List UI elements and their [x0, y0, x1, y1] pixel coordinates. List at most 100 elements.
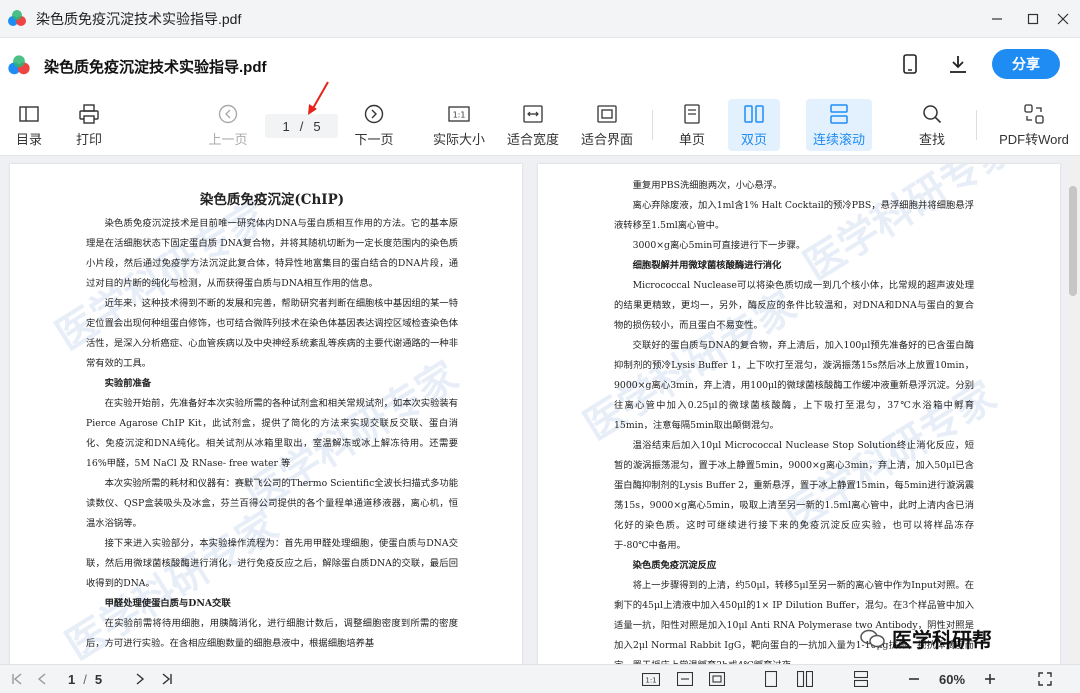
chevron-right-circle-icon — [363, 103, 385, 125]
window-title: 染色质免疫沉淀技术实验指导.pdf — [36, 10, 242, 27]
chevron-right-icon — [136, 673, 145, 685]
app-logo-icon — [6, 53, 32, 79]
first-page-button[interactable] — [6, 665, 28, 693]
section-heading: 细胞裂解并用微球菌核酸酶进行消化 — [632, 260, 782, 271]
double-page-label: 双页 — [740, 131, 767, 147]
continuous-scroll-button[interactable]: 连续滚动 — [806, 99, 872, 151]
paragraph: 在实验开始前，先准备好本次实验所需的各种试剂盒和相关常规试剂，如本次实验装有 P… — [86, 398, 458, 469]
svg-text:1:1: 1:1 — [453, 110, 466, 119]
toc-label: 目录 — [15, 131, 42, 147]
continuous-scroll-icon — [828, 103, 850, 125]
double-page-icon — [743, 103, 765, 125]
last-page-button[interactable] — [156, 665, 178, 693]
continuous-scroll-icon — [854, 671, 868, 687]
status-double-page-button[interactable] — [794, 665, 816, 693]
print-button[interactable]: 打印 — [66, 94, 112, 156]
single-page-label: 单页 — [678, 131, 705, 147]
paragraph: 离心弃除废液，加入1ml含1% Halt Cocktail的预冷PBS，悬浮细胞… — [614, 200, 974, 231]
pdf-page-2: 医学科研专家 医学科研专家 医学科研专家 重复用PBS洗细胞两次，小心悬浮。 离… — [538, 164, 1060, 664]
wechat-icon — [860, 629, 885, 647]
paragraph: 温浴结束后加入10μl Micrococcal Nuclease Stop So… — [614, 440, 974, 551]
pdf-page-1: 医学科研专家 医学科研专家 医学科研专家 染色质免疫沉淀(ChIP) 染色质免疫… — [10, 164, 522, 664]
prev-page-small-button[interactable] — [32, 665, 52, 693]
download-icon[interactable] — [946, 52, 970, 76]
next-page-small-button[interactable] — [130, 665, 150, 693]
scrollbar-thumb[interactable] — [1069, 186, 1077, 296]
document-header: 染色质免疫沉淀技术实验指导.pdf 分享 — [0, 38, 1080, 94]
paragraph: 交联好的蛋白质与DNA的复合物，弃上清后，加入100μl预先准备好的已含蛋白酶抑… — [614, 340, 974, 431]
convert-icon — [1023, 103, 1045, 125]
paragraph: 染色质免疫沉淀技术是目前唯一研究体内DNA与蛋白质相互作用的方法。它的基本原理是… — [86, 218, 458, 289]
actual-size-button[interactable]: 1:1 实际大小 — [428, 94, 490, 156]
toc-button[interactable]: 目录 — [6, 94, 52, 156]
double-page-button[interactable]: 双页 — [728, 99, 780, 151]
minus-icon — [909, 678, 919, 680]
fit-page-label: 适合界面 — [580, 131, 633, 147]
single-page-button[interactable]: 单页 — [668, 94, 716, 156]
printer-icon — [78, 103, 100, 125]
paragraph: 近年来，这种技术得到不断的发展和完善，帮助研究者判断在细胞核中基因组的某一特定位… — [86, 298, 458, 369]
pdf-to-word-button[interactable]: PDF转Word — [996, 94, 1072, 156]
actual-size-icon: 1:1 — [642, 672, 660, 686]
zoom-in-button[interactable] — [980, 665, 1000, 693]
double-page-icon — [797, 671, 813, 687]
next-page-label: 下一页 — [354, 131, 394, 147]
document-viewer[interactable]: 医学科研专家 医学科研专家 医学科研专家 染色质免疫沉淀(ChIP) 染色质免疫… — [0, 156, 1080, 664]
chevron-left-circle-icon — [217, 103, 239, 125]
next-page-button[interactable]: 下一页 — [348, 94, 400, 156]
chevron-left-icon — [37, 673, 46, 685]
single-page-icon — [765, 671, 777, 687]
vertical-scrollbar[interactable] — [1066, 156, 1080, 664]
document-title: 染色质免疫沉淀技术实验指导.pdf — [44, 58, 267, 76]
fit-page-icon — [596, 103, 618, 125]
status-continuous-scroll-button[interactable] — [850, 665, 872, 693]
zoom-level[interactable]: 60% — [930, 665, 974, 693]
status-bar: 1 / 5 1:1 60% — [0, 664, 1080, 692]
paragraph: 接下来进入实验部分，本实验操作流程为：首先用甲醛处理细胞，使蛋白质与DNA交联，… — [86, 538, 458, 589]
search-icon — [921, 103, 943, 125]
fit-width-button[interactable]: 适合宽度 — [502, 94, 564, 156]
page-number-box[interactable]: 1 / 5 — [265, 114, 338, 138]
pdf-to-word-label: PDF转Word — [999, 131, 1069, 147]
fit-width-label: 适合宽度 — [506, 131, 559, 147]
paragraph: 重复用PBS洗细胞两次，小心悬浮。 — [632, 180, 783, 191]
fullscreen-button[interactable] — [1034, 665, 1056, 693]
paragraph: 本次实验所需的耗材和仪器有：赛默飞公司的Thermo Scientific全波长… — [86, 478, 458, 529]
fit-page-button[interactable]: 适合界面 — [576, 94, 638, 156]
current-page-input[interactable]: 1 — [282, 119, 289, 134]
paragraph: 3000×g离心5min可直接进行下一步骤。 — [632, 240, 806, 251]
total-pages: 5 — [313, 118, 321, 134]
window-titlebar: 染色质免疫沉淀技术实验指导.pdf — [0, 0, 1080, 38]
status-fit-page-button[interactable] — [706, 665, 728, 693]
annotation-arrow-icon — [308, 81, 329, 115]
paragraph: Micrococcal Nuclease可以将染色质切成一到几个核小体，比常规的… — [614, 280, 974, 331]
status-actual-size-button[interactable]: 1:1 — [640, 665, 662, 693]
fit-width-icon — [677, 672, 693, 686]
status-fit-width-button[interactable] — [674, 665, 696, 693]
fullscreen-icon — [1038, 672, 1052, 686]
page-content: 重复用PBS洗细胞两次，小心悬浮。 离心弃除废液，加入1ml含1% Halt C… — [614, 176, 974, 664]
section-heading: 染色质免疫沉淀反应 — [632, 560, 717, 571]
viewer-toolbar: 目录 打印 上一页 1 / 5 下一页 1:1 实际大小 适合宽度 适合界面 单… — [0, 94, 1080, 156]
status-single-page-button[interactable] — [760, 665, 782, 693]
plus-icon — [985, 674, 995, 684]
actual-size-icon: 1:1 — [448, 103, 470, 125]
page-separator: / — [299, 118, 304, 134]
prev-page-button[interactable]: 上一页 — [202, 94, 254, 156]
status-page-sep: / — [83, 671, 87, 687]
mobile-icon[interactable] — [898, 52, 922, 76]
zoom-out-button[interactable] — [904, 665, 924, 693]
actual-size-label: 实际大小 — [432, 131, 485, 147]
status-page-indicator[interactable]: 1 / 5 — [62, 665, 122, 693]
section-heading: 甲醛处理使蛋白质与DNA交联 — [104, 598, 231, 609]
close-window-button[interactable] — [1040, 0, 1080, 38]
section-heading: 实验前准备 — [104, 378, 152, 389]
share-button[interactable]: 分享 — [992, 49, 1060, 79]
app-logo-icon — [6, 8, 28, 30]
find-button[interactable]: 查找 — [908, 94, 956, 156]
brand-text: 医学科研帮 — [892, 630, 992, 652]
continuous-scroll-label: 连续滚动 — [812, 131, 865, 147]
find-label: 查找 — [918, 131, 945, 147]
svg-text:1:1: 1:1 — [645, 676, 656, 684]
status-current-page[interactable]: 1 — [68, 672, 75, 687]
